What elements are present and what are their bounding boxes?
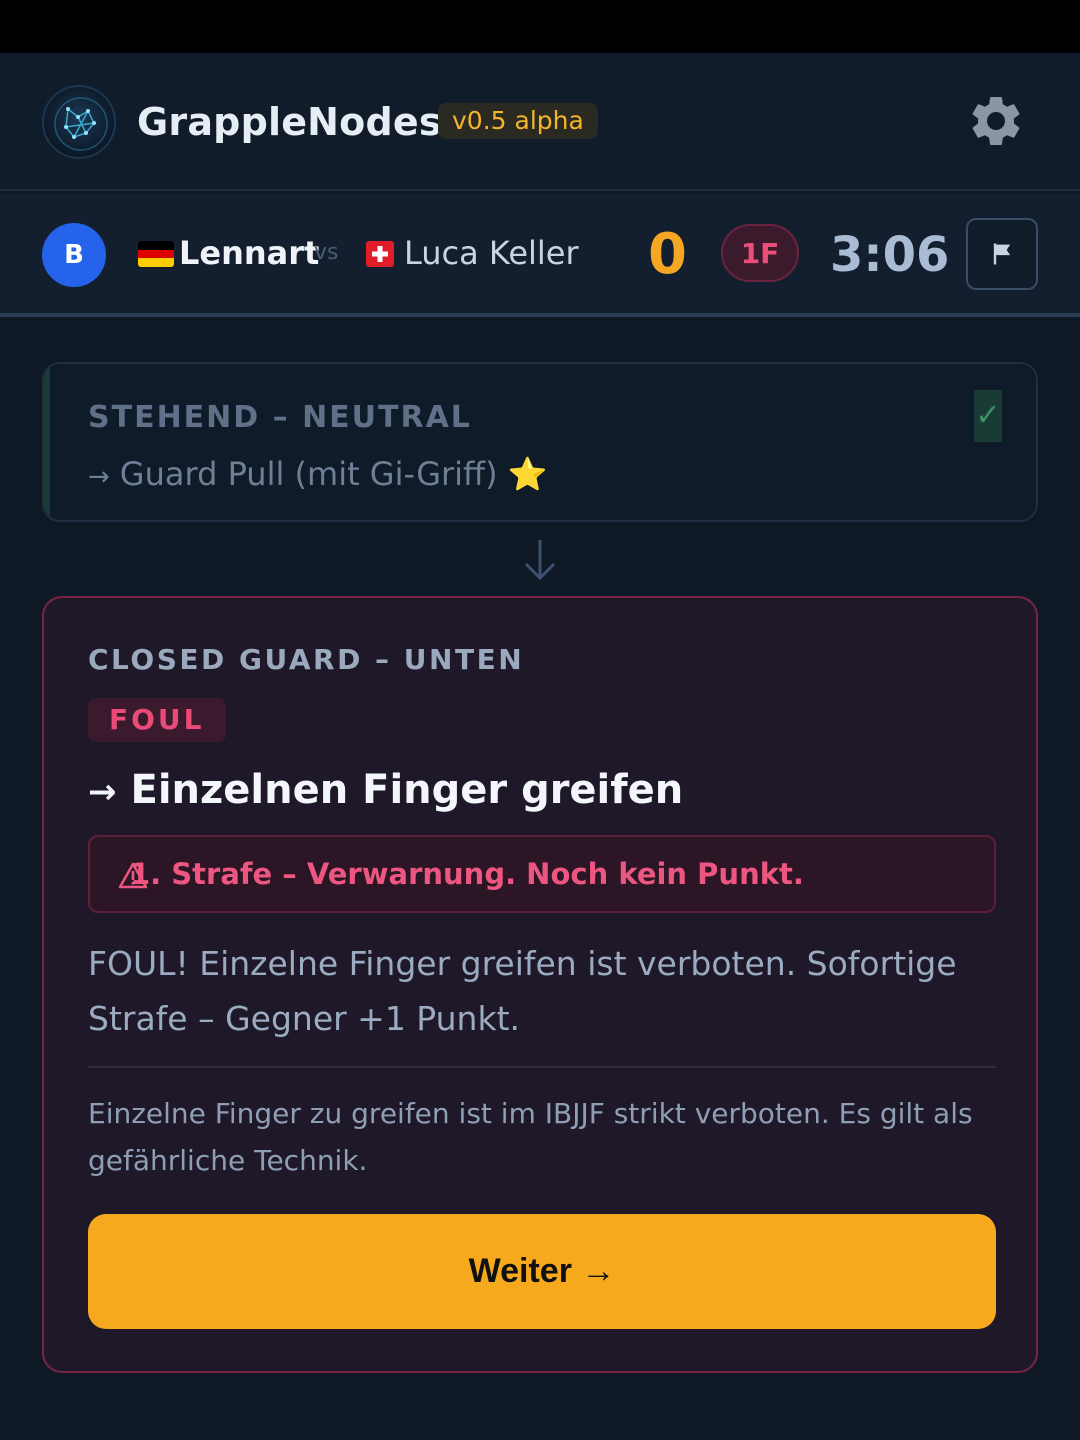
flag-icon: [993, 243, 1011, 265]
match-timer: 3:06: [830, 227, 950, 283]
previous-move-label: Guard Pull (mit Gi-Griff): [119, 455, 498, 493]
divider: [88, 1066, 996, 1068]
position-label: CLOSED GUARD – UNTEN: [88, 643, 525, 676]
avatar[interactable]: B: [42, 223, 106, 287]
gear-icon: [972, 96, 1020, 145]
move-title: → Einzelnen Finger greifen: [88, 762, 683, 820]
report-flag-button[interactable]: [966, 218, 1038, 290]
player-b-name: Luca Keller: [404, 234, 579, 272]
score: 0: [648, 222, 687, 287]
check-icon: ✓: [974, 390, 1002, 442]
foul-tag: FOUL: [88, 698, 226, 742]
arrow-down-icon: [522, 538, 558, 582]
star-icon: ⭐: [507, 455, 548, 493]
player-a-name: Lennart: [179, 234, 320, 272]
switzerland-flag-icon: [366, 241, 394, 267]
penalty-notice: 1. Strafe – Verwarnung. Noch kein Punkt.: [88, 835, 996, 913]
germany-flag-icon: [138, 241, 174, 267]
app-title: GrappleNodes: [137, 100, 442, 144]
foul-explanation: FOUL! Einzelne Finger greifen ist verbot…: [88, 944, 957, 1038]
app-logo: [42, 85, 116, 159]
current-step-card: CLOSED GUARD – UNTEN FOUL → Einzelnen Fin…: [42, 596, 1038, 1373]
vs-label: vs: [314, 240, 339, 265]
arrow-right-icon: →: [88, 772, 117, 812]
move-title-label: Einzelnen Finger greifen: [130, 767, 684, 813]
card-accent-bar: [44, 364, 50, 520]
status-bar: [0, 0, 1080, 53]
settings-button[interactable]: [966, 91, 1026, 151]
rule-note: Einzelne Finger zu greifen ist im IBJJF …: [88, 1097, 973, 1177]
previous-move: → Guard Pull (mit Gi-Griff) ⭐: [88, 452, 548, 499]
warning-icon: [118, 862, 148, 889]
version-badge: v0.5 alpha: [438, 103, 598, 139]
foul-count-badge: 1F: [721, 224, 799, 282]
match-bar: B Lennart vs Luca Keller 0 1F 3:06: [0, 193, 1080, 317]
previous-step-card[interactable]: STEHEND – NEUTRAL → Guard Pull (mit Gi-Gr…: [42, 362, 1038, 522]
penalty-text: 1. Strafe – Verwarnung. Noch kein Punkt.: [130, 857, 804, 891]
next-button[interactable]: Weiter →: [88, 1214, 996, 1329]
previous-position-label: STEHEND – NEUTRAL: [88, 400, 472, 435]
arrow-right-icon: →: [88, 462, 110, 492]
app-header: GrappleNodes v0.5 alpha: [0, 53, 1080, 191]
